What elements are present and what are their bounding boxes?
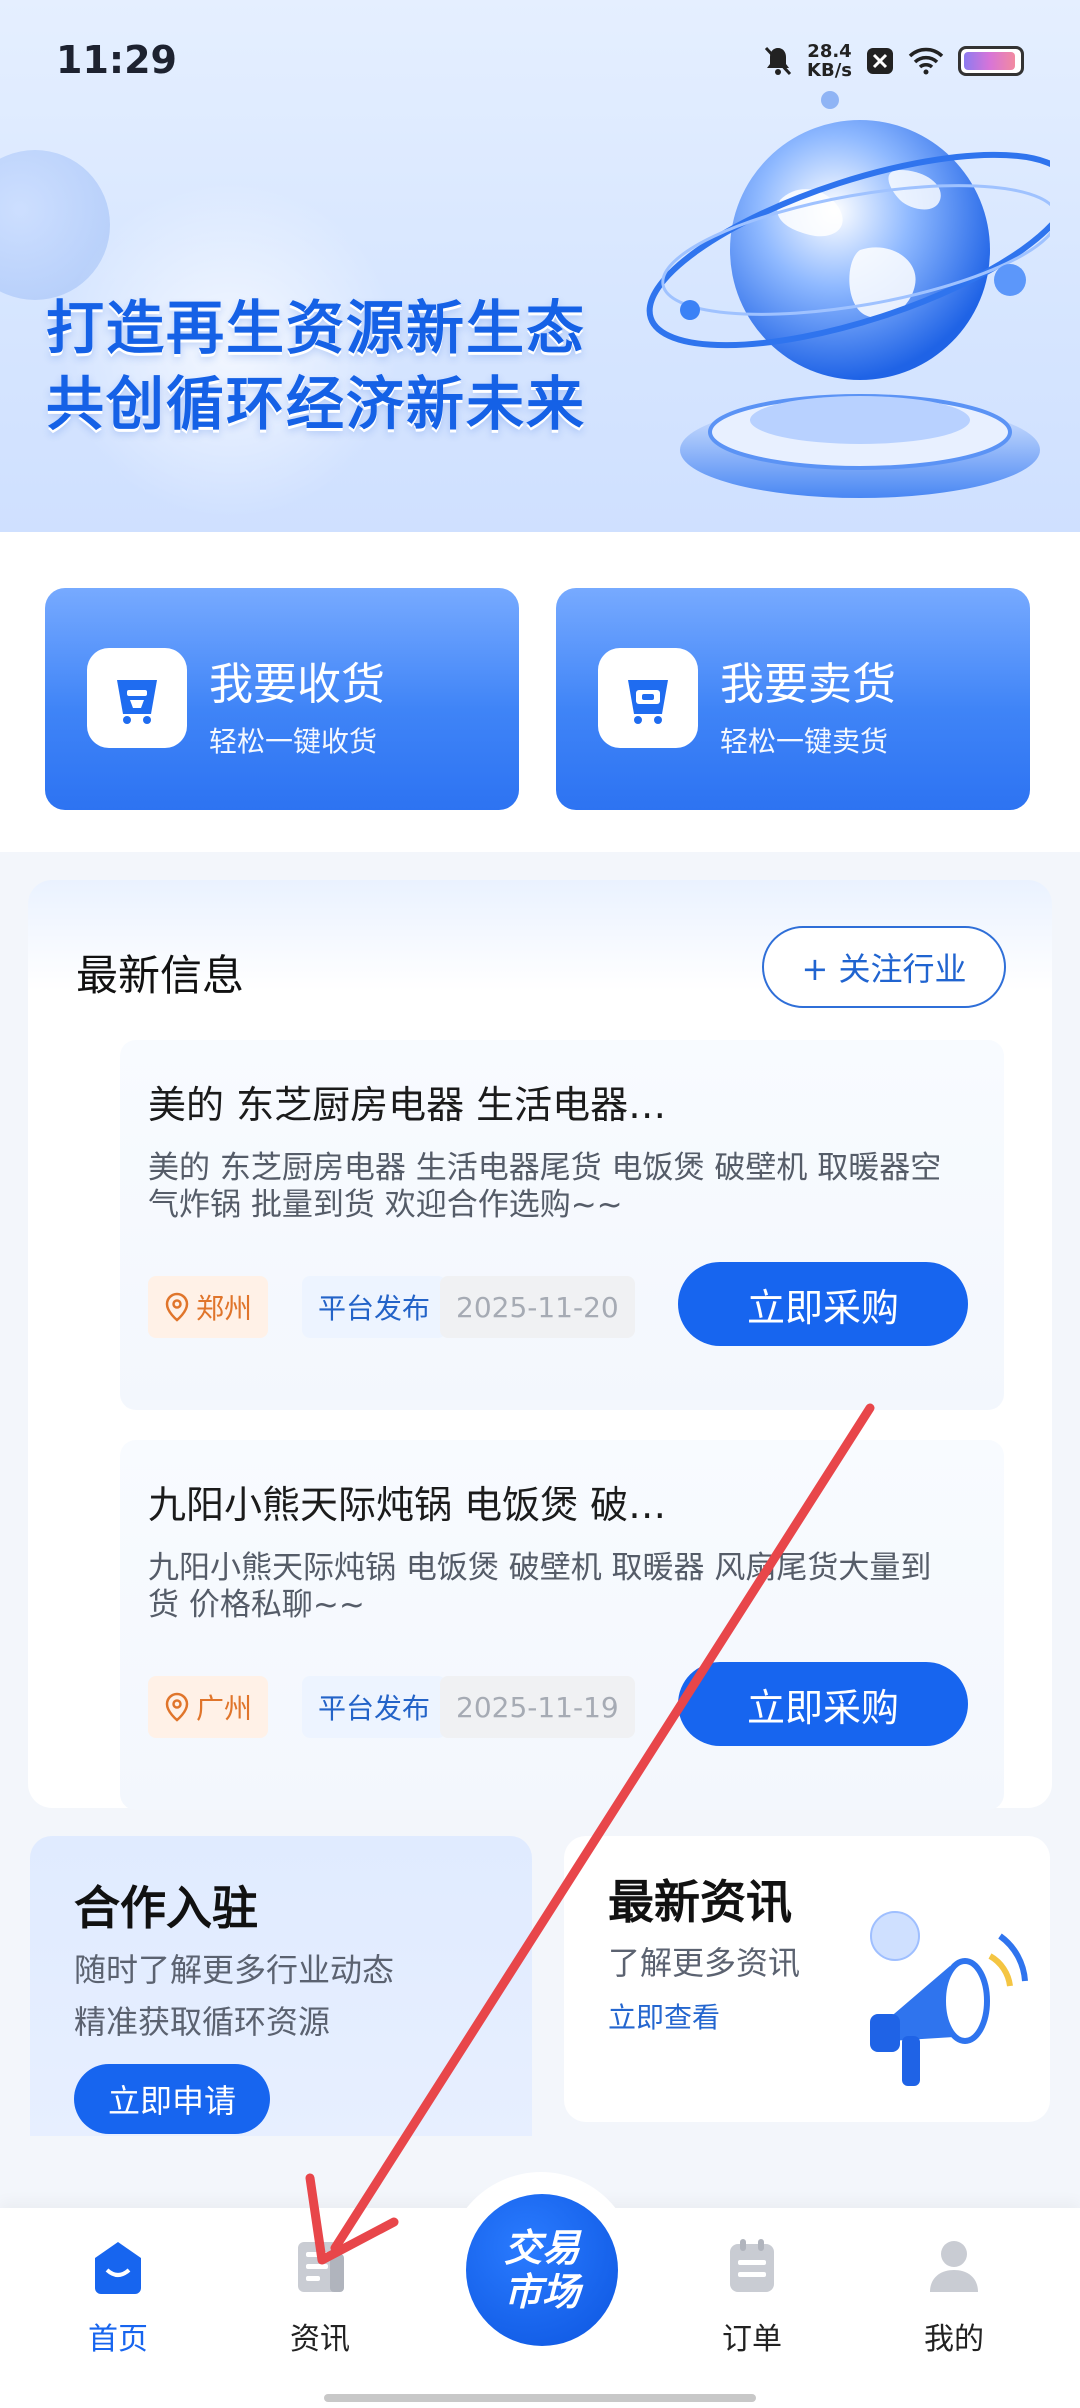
latest-news-card[interactable]: 最新资讯 了解更多资讯 立即查看: [564, 1836, 1050, 2122]
clipboard-icon: [730, 2239, 774, 2292]
sell-goods-card[interactable]: 我要卖货 轻松一键卖货: [556, 588, 1030, 810]
buy-now-button[interactable]: 立即采购: [678, 1262, 968, 1346]
partner-join-card[interactable]: 合作入驻 随时了解更多行业动态 精准获取循环资源 立即申请: [30, 1836, 532, 2136]
globe-illustration: [646, 91, 1050, 498]
tab-news-label: 资讯: [290, 2322, 350, 2357]
tab-orders-label: 订单: [722, 2322, 782, 2357]
item-title: 美的 东芝厨房电器 生活电器…: [148, 1083, 667, 1127]
location-tag: 广州: [148, 1676, 269, 1738]
tab-news[interactable]: 资讯: [260, 2236, 380, 2358]
publisher-tag: 平台发布: [302, 1276, 447, 1338]
status-time: 11:29: [56, 38, 177, 82]
bottom-tab-bar: 首页 资讯 交易 市场 订单 我的: [0, 2172, 1080, 2408]
latest-news-subtitle: 了解更多资讯: [608, 1944, 801, 1982]
buy-now-button[interactable]: 立即采购: [678, 1662, 968, 1746]
tab-home[interactable]: 首页: [58, 2236, 178, 2358]
item-description: 美的 东芝厨房电器 生活电器尾货 电饭煲 破壁机 取暖器空气炸锅 批量到货 欢迎…: [148, 1150, 942, 1223]
user-icon: [930, 2241, 978, 2292]
speed-value: 28.4: [807, 41, 852, 62]
wifi-icon: [908, 47, 944, 75]
receive-goods-subtitle: 轻松一键收货: [209, 725, 378, 758]
receive-cart-icon: [87, 648, 187, 748]
receive-goods-card[interactable]: 我要收货 轻松一键收货: [45, 588, 519, 810]
tab-mine[interactable]: 我的: [894, 2236, 1014, 2358]
latest-news-title: 最新资讯: [608, 1875, 792, 1929]
location-tag: 郑州: [148, 1276, 269, 1338]
sell-goods-title: 我要卖货: [720, 659, 896, 710]
location-pin-icon: [165, 1692, 189, 1722]
battery-icon: [958, 46, 1024, 76]
list-item[interactable]: 九阳小熊天际炖锅 电饭煲 破… 九阳小熊天际炖锅 电饭煲 破壁机 取暖器 风扇尾…: [120, 1440, 1004, 1810]
partner-join-line1: 随时了解更多行业动态: [74, 1951, 395, 1989]
location-pin-icon: [165, 1292, 189, 1322]
tab-orders[interactable]: 订单: [692, 2236, 812, 2358]
receive-goods-title: 我要收货: [209, 659, 385, 710]
latest-info-panel: 最新信息 + 关注行业 美的 东芝厨房电器 生活电器… 美的 东芝厨房电器 生活…: [28, 880, 1052, 1810]
hero-slogan-line2: 共创循环经济新未来: [46, 370, 587, 438]
status-icons: 28.4 KB/s: [763, 42, 1024, 80]
network-speed: 28.4 KB/s: [807, 42, 852, 80]
trading-market-button[interactable]: 交易 市场: [466, 2194, 618, 2346]
item-description: 九阳小熊天际炖锅 电饭煲 破壁机 取暖器 风扇尾货大量到货 价格私聊~~: [148, 1550, 932, 1623]
date-tag: 2025-11-20: [440, 1276, 635, 1338]
location-text: 广州: [196, 1692, 253, 1725]
date-tag: 2025-11-19: [440, 1676, 635, 1738]
view-now-link[interactable]: 立即查看: [608, 1996, 720, 2036]
partner-join-title: 合作入驻: [74, 1881, 258, 1935]
follow-industry-button[interactable]: + 关注行业: [762, 926, 1006, 1008]
list-item[interactable]: 美的 东芝厨房电器 生活电器… 美的 东芝厨房电器 生活电器尾货 电饭煲 破壁机…: [120, 1040, 1004, 1410]
speed-unit: KB/s: [807, 60, 852, 81]
item-title: 九阳小熊天际炖锅 电饭煲 破…: [148, 1483, 667, 1527]
location-text: 郑州: [196, 1292, 253, 1325]
tab-mine-label: 我的: [924, 2322, 984, 2357]
hero-slogan-line1: 打造再生资源新生态: [46, 294, 587, 362]
hero-banner[interactable]: 11:29 28.4 KB/s 打造再生资源新生态 共创循环经济新未来: [0, 0, 1080, 532]
document-icon: [298, 2242, 344, 2292]
latest-info-title: 最新信息: [76, 951, 245, 1000]
sell-goods-subtitle: 轻松一键卖货: [720, 725, 889, 758]
quick-actions: 我要收货 轻松一键收货 我要卖货 轻松一键卖货: [0, 532, 1080, 852]
close-box-icon: [867, 48, 893, 74]
trading-market-line2: 市场: [503, 2270, 580, 2314]
trading-market-line1: 交易: [503, 2226, 580, 2270]
partner-join-desc: 随时了解更多行业动态 精准获取循环资源: [74, 1944, 394, 2048]
home-indicator[interactable]: [324, 2394, 756, 2402]
partner-join-line2: 精准获取循环资源: [74, 2003, 331, 2041]
megaphone-icon: [870, 1911, 1028, 2086]
mute-bell-icon: [764, 46, 792, 76]
home-icon: [95, 2242, 141, 2294]
apply-now-button[interactable]: 立即申请: [74, 2064, 270, 2134]
sell-cart-icon: [598, 648, 698, 748]
tab-home-label: 首页: [88, 2322, 148, 2357]
hero-slogan: 打造再生资源新生态 共创循环经济新未来: [46, 290, 586, 442]
publisher-tag: 平台发布: [302, 1676, 447, 1738]
